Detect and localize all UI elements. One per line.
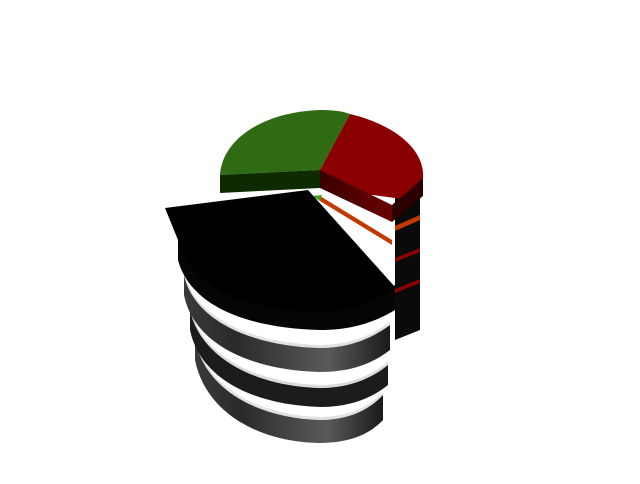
pie-chart-3d xyxy=(165,110,424,443)
chart-stage xyxy=(0,0,640,480)
stack-front xyxy=(165,190,395,443)
